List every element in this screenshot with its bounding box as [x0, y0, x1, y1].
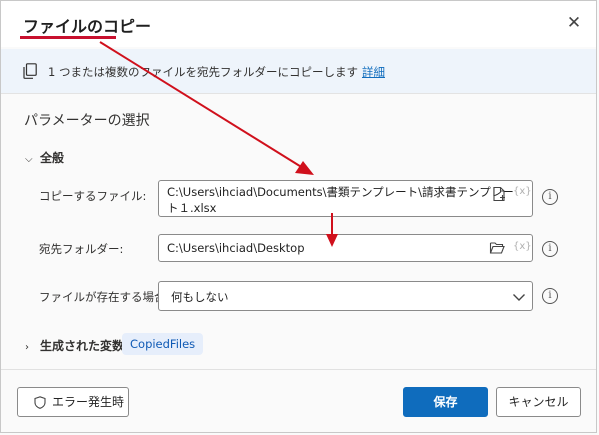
folder-path: C:\Users\ihciad\Desktop — [167, 241, 305, 255]
variable-icon[interactable]: {x} — [513, 241, 532, 252]
cancel-button[interactable]: キャンセル — [496, 387, 581, 417]
dialog-title: ファイルのコピー — [23, 17, 152, 36]
if-file-exists-label: ファイルが存在する場合: — [39, 290, 170, 304]
save-button[interactable]: 保存 — [403, 387, 488, 417]
info-icon[interactable]: i — [542, 189, 558, 205]
chevron-right-icon: › — [25, 342, 29, 353]
title-underline-annotation — [20, 36, 116, 39]
generated-variables-toggle[interactable]: › 生成された変数 — [25, 337, 124, 354]
file-path-line1: C:\Users\ihciad\Documents\書類テンプレート\請求書テン… — [167, 185, 514, 199]
footer-divider — [1, 369, 596, 370]
general-group-label: 全般 — [40, 151, 65, 165]
general-group-toggle[interactable]: ⌵ 全般 — [25, 149, 64, 166]
folder-icon[interactable] — [489, 240, 505, 256]
on-error-button[interactable]: エラー発生時 — [17, 387, 129, 417]
generated-variables-label: 生成された変数 — [40, 339, 125, 353]
info-icon[interactable]: i — [542, 288, 558, 304]
copy-file-dialog: ファイルのコピー ✕ 1 つまたは複数のファイルを宛先フォルダーにコピーします詳… — [0, 0, 597, 433]
chevron-down-icon: ⌵ — [25, 154, 33, 165]
on-error-label: エラー発生時 — [52, 395, 125, 409]
chevron-down-icon — [513, 294, 525, 301]
if-file-exists-value: 何もしない — [171, 290, 229, 304]
info-bar: 1 つまたは複数のファイルを宛先フォルダーにコピーします 詳細 — [1, 49, 596, 94]
destination-folder-input[interactable]: C:\Users\ihciad\Desktop {x} — [158, 234, 533, 262]
dialog-titlebar: ファイルのコピー ✕ — [1, 1, 596, 47]
details-link[interactable]: 詳細 — [362, 65, 385, 79]
copied-files-variable-chip[interactable]: CopiedFiles — [122, 333, 204, 355]
copy-icon — [23, 63, 37, 79]
file-to-copy-label: コピーするファイル: — [39, 189, 147, 203]
if-file-exists-dropdown[interactable]: 何もしない — [158, 281, 533, 311]
parameters-heading: パラメーターの選択 — [24, 113, 150, 129]
destination-folder-label: 宛先フォルダー: — [39, 242, 124, 256]
variable-icon[interactable]: {x} — [513, 186, 532, 197]
file-add-icon[interactable] — [491, 186, 507, 202]
file-to-copy-input[interactable]: C:\Users\ihciad\Documents\書類テンプレート\請求書テン… — [158, 180, 533, 217]
info-description: 1 つまたは複数のファイルを宛先フォルダーにコピーします 詳細 — [48, 65, 385, 79]
close-icon[interactable]: ✕ — [564, 13, 584, 33]
file-path-line2: ト１.xlsx — [167, 201, 217, 215]
info-icon[interactable]: i — [542, 241, 558, 257]
shield-icon — [34, 396, 46, 409]
